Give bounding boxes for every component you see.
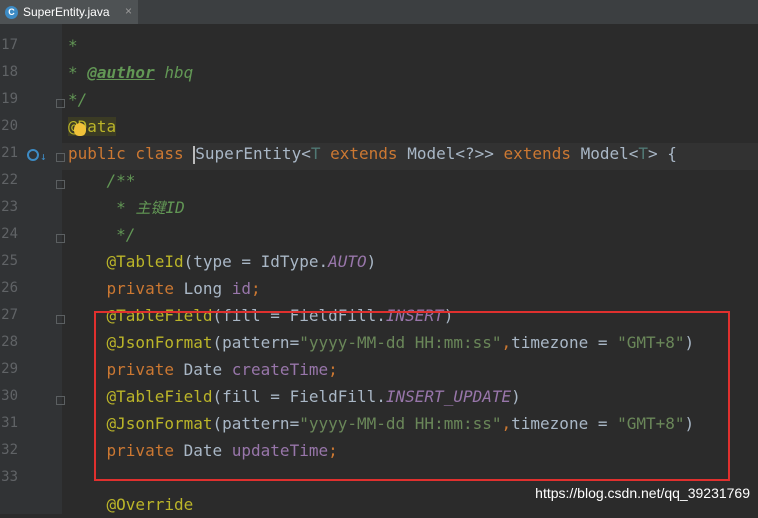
code-token: > { xyxy=(648,144,677,163)
implemented-arrow-icon[interactable]: ↓ xyxy=(40,150,47,163)
code-token: (type = IdType. xyxy=(183,252,329,271)
code-token: 主键 xyxy=(135,199,166,217)
code-line[interactable]: public class SuperEntity< T extends Model… xyxy=(68,140,677,167)
code-token: /** xyxy=(68,171,136,190)
code-token: public class xyxy=(68,144,194,163)
code-token: extends xyxy=(493,144,581,163)
code-token: Long xyxy=(183,279,232,298)
code-token: @Override xyxy=(68,495,194,514)
code-line[interactable]: * xyxy=(68,32,78,59)
code-token: @TableId xyxy=(68,252,184,271)
code-line[interactable]: /** xyxy=(68,167,136,194)
code-token: extends xyxy=(320,144,408,163)
code-line[interactable]: * 主键ID xyxy=(68,194,185,221)
fold-marker-icon[interactable] xyxy=(56,315,65,324)
line-number: 18 xyxy=(1,64,18,80)
line-number: 30 xyxy=(1,388,18,404)
code-token: id xyxy=(231,279,252,298)
fold-marker-icon[interactable] xyxy=(56,99,65,108)
code-line[interactable]: */ xyxy=(68,86,87,113)
code-line[interactable]: @TableId(type = IdType.AUTO) xyxy=(68,248,377,275)
code-token: ) xyxy=(366,252,377,271)
line-number: 23 xyxy=(1,199,18,215)
lightbulb-icon[interactable] xyxy=(74,123,86,136)
code-line[interactable]: * @author hbq xyxy=(68,59,193,86)
line-number: 25 xyxy=(1,253,18,269)
line-number: 22 xyxy=(1,172,18,188)
line-number: 17 xyxy=(1,37,18,53)
fold-marker-icon[interactable] xyxy=(56,180,65,189)
watermark: https://blog.csdn.net/qq_39231769 xyxy=(535,485,750,501)
code-token: T xyxy=(638,144,649,163)
fold-marker-icon[interactable] xyxy=(56,396,65,405)
line-number: 29 xyxy=(1,361,18,377)
line-number: 27 xyxy=(1,307,18,323)
line-number: 26 xyxy=(1,280,18,296)
code-token: < xyxy=(301,144,311,163)
code-token: * xyxy=(68,63,88,82)
line-number: 20 xyxy=(1,118,18,134)
code-token: ID xyxy=(165,198,185,217)
code-token: * xyxy=(68,36,78,55)
code-token: @author xyxy=(87,63,155,82)
code-line[interactable]: @Override xyxy=(68,491,194,514)
highlight-box xyxy=(94,311,730,481)
override-gutter-icon[interactable] xyxy=(27,149,39,161)
code-line[interactable]: */ xyxy=(68,221,135,248)
line-number: 32 xyxy=(1,442,18,458)
tab-label: SuperEntity.java xyxy=(23,5,110,19)
code-token: Model<?>> xyxy=(407,144,494,163)
code-token: */ xyxy=(68,225,136,244)
line-number: 24 xyxy=(1,226,18,242)
line-number: 21 xyxy=(1,145,18,161)
code-token: */ xyxy=(68,90,88,109)
fold-marker-icon[interactable] xyxy=(56,234,65,243)
code-token: AUTO xyxy=(328,252,367,271)
line-number: 31 xyxy=(1,415,18,431)
tab-superentity-java[interactable]: C SuperEntity.java × xyxy=(0,0,138,24)
fold-marker-icon[interactable] xyxy=(56,153,65,162)
code-line[interactable]: private Long id; xyxy=(68,275,261,302)
close-icon[interactable]: × xyxy=(125,4,132,18)
editor-tab-bar: C SuperEntity.java × xyxy=(0,0,758,24)
line-number: 28 xyxy=(1,334,18,350)
code-token: Model< xyxy=(580,144,639,163)
code-token: SuperEntity xyxy=(195,144,302,163)
line-number: 19 xyxy=(1,91,18,107)
code-token: private xyxy=(68,279,184,298)
code-token: * xyxy=(68,198,136,217)
code-token: hbq xyxy=(154,63,194,82)
code-token: ; xyxy=(251,279,261,298)
line-number: 33 xyxy=(1,469,18,485)
java-class-icon: C xyxy=(5,5,18,19)
